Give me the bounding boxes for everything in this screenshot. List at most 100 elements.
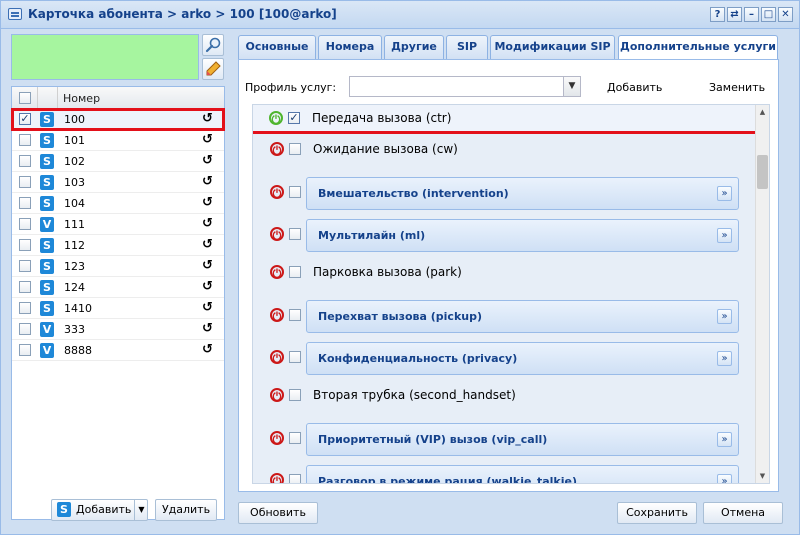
reset-icon[interactable]: ↺ [202,196,213,210]
power-icon[interactable]: ⏻ [270,350,284,365]
chevron-down-icon[interactable]: ▼ [563,77,580,96]
service-profile-select[interactable]: ▼ [349,76,581,97]
power-icon[interactable]: ⏻ [269,111,283,126]
power-icon[interactable]: ⏻ [270,308,284,323]
table-row[interactable]: S 103 ↺ [12,172,224,193]
row-checkbox[interactable] [19,134,31,146]
save-button[interactable]: Сохранить [617,502,697,524]
expand-icon[interactable]: » [717,432,732,447]
profile-replace-button[interactable]: Заменить [709,81,765,94]
reset-icon[interactable]: ↺ [202,343,213,357]
table-row[interactable]: V 111 ↺ [12,214,224,235]
row-checkbox[interactable] [19,302,31,314]
power-icon[interactable]: ⏻ [270,142,284,157]
service-panel[interactable]: Перехват вызова (pickup) » [306,300,739,333]
scroll-thumb[interactable] [757,155,768,189]
tab-numbers[interactable]: Номера [318,35,382,59]
service-checkbox[interactable] [289,351,301,363]
power-icon[interactable]: ⏻ [270,473,284,483]
reset-icon[interactable]: ↺ [202,259,213,273]
reset-icon[interactable]: ↺ [202,322,213,336]
scroll-up-icon[interactable]: ▲ [756,105,769,119]
power-icon[interactable]: ⏻ [270,388,284,403]
reset-icon[interactable]: ↺ [202,280,213,294]
reset-icon[interactable]: ↺ [202,133,213,147]
service-panel[interactable]: Вмешательство (intervention) » [306,177,739,210]
help-icon[interactable]: ? [710,7,725,22]
row-checkbox[interactable] [19,260,31,272]
service-panel[interactable]: Мультилайн (ml) » [306,219,739,252]
tab-sip-modifications[interactable]: Модификации SIP [490,35,615,59]
service-checkbox[interactable] [289,186,301,198]
service-checkbox[interactable] [289,474,301,483]
maximize-icon[interactable]: □ [761,7,776,22]
table-row[interactable]: S 112 ↺ [12,235,224,256]
tab-additional-services[interactable]: Дополнительные услуги [618,35,778,60]
service-checkbox[interactable] [289,143,301,155]
table-row[interactable]: V 333 ↺ [12,319,224,340]
service-checkbox[interactable] [289,389,301,401]
service-checkbox[interactable] [289,309,301,321]
service-panel[interactable]: Конфиденциальность (privacy) » [306,342,739,375]
table-row[interactable]: V 8888 ↺ [12,340,224,361]
row-checkbox[interactable] [19,344,31,356]
search-area[interactable] [11,34,199,80]
refresh-button[interactable]: Обновить [238,502,318,524]
reset-icon[interactable]: ↺ [202,238,213,252]
reset-icon[interactable]: ↺ [202,112,213,126]
table-row[interactable]: S 124 ↺ [12,277,224,298]
row-checkbox[interactable] [19,176,31,188]
power-icon[interactable]: ⏻ [270,227,284,242]
expand-icon[interactable]: » [717,351,732,366]
service-checkbox[interactable] [289,432,301,444]
tab-basic[interactable]: Основные [238,35,316,59]
expand-icon[interactable]: » [717,474,732,483]
switch-icon[interactable]: ⇄ [727,7,742,22]
profile-add-button[interactable]: Добавить [607,81,662,94]
row-checkbox[interactable] [19,281,31,293]
column-number-header[interactable]: Номер [63,92,100,105]
edit-button[interactable] [202,58,224,80]
tab-sip[interactable]: SIP [446,35,488,59]
row-checkbox[interactable] [19,197,31,209]
tab-other[interactable]: Другие [384,35,444,59]
table-row[interactable]: S 1410 ↺ [12,298,224,319]
power-icon[interactable]: ⏻ [270,185,284,200]
table-row[interactable]: S 123 ↺ [12,256,224,277]
add-subscriber-button[interactable]: S Добавить ▼ [51,499,148,521]
table-row[interactable]: S 104 ↺ [12,193,224,214]
service-checkbox[interactable] [288,112,300,124]
select-all-checkbox[interactable] [19,92,31,104]
reset-icon[interactable]: ↺ [202,175,213,189]
power-icon[interactable]: ⏻ [270,431,284,446]
search-button[interactable] [202,34,224,56]
table-row[interactable]: S 101 ↺ [12,130,224,151]
add-dropdown-arrow[interactable]: ▼ [134,500,148,520]
expand-icon[interactable]: » [717,228,732,243]
services-scrollbar[interactable]: ▲ ▼ [755,105,769,483]
reset-icon[interactable]: ↺ [202,301,213,315]
service-checkbox[interactable] [289,266,301,278]
row-checkbox[interactable] [19,218,31,230]
service-item: ⏻ Вторая трубка (second_handset) [253,380,757,419]
row-checkbox[interactable] [19,113,31,125]
cancel-button[interactable]: Отмена [703,502,783,524]
minimize-icon[interactable]: – [744,7,759,22]
reset-icon[interactable]: ↺ [202,154,213,168]
power-icon[interactable]: ⏻ [270,265,284,280]
service-panel[interactable]: Приоритетный (VIP) вызов (vip_call) » [306,423,739,456]
delete-subscriber-button[interactable]: Удалить [155,499,217,521]
row-checkbox[interactable] [19,155,31,167]
row-checkbox[interactable] [19,239,31,251]
service-checkbox[interactable] [289,228,301,240]
reset-icon[interactable]: ↺ [202,217,213,231]
scroll-down-icon[interactable]: ▼ [756,469,769,483]
expand-icon[interactable]: » [717,309,732,324]
close-icon[interactable]: ✕ [778,7,793,22]
table-row[interactable]: S 102 ↺ [12,151,224,172]
row-checkbox[interactable] [19,323,31,335]
service-item: ⏻ Перехват вызова (pickup) » [253,296,757,338]
service-panel[interactable]: Разговор в режиме рация (walkie_talkie) » [306,465,739,483]
table-row[interactable]: S 100 ↺ [11,108,225,131]
expand-icon[interactable]: » [717,186,732,201]
